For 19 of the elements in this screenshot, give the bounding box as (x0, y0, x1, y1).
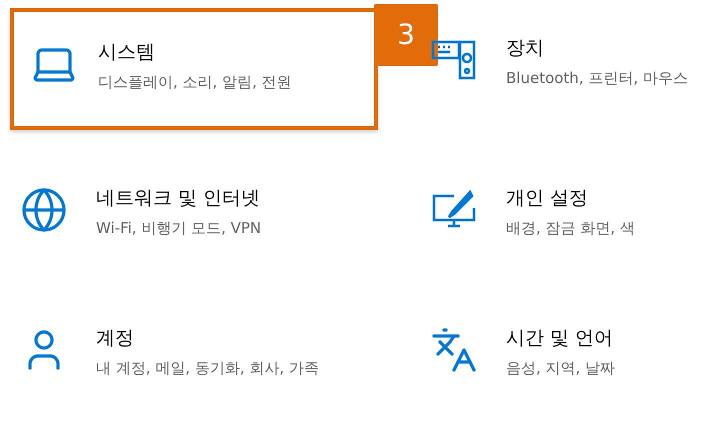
tile-subtitle: 디스플레이, 소리, 알림, 전원 (98, 72, 293, 92)
tile-subtitle: 음성, 지역, 날짜 (506, 358, 616, 378)
language-icon (430, 326, 478, 374)
tile-subtitle: Wi-Fi, 비행기 모드, VPN (96, 218, 262, 238)
tile-title: 시스템 (98, 40, 156, 65)
tile-subtitle: 내 계정, 메일, 동기화, 회사, 가족 (96, 358, 320, 378)
tile-title: 시간 및 언어 (506, 326, 614, 351)
tile-title: 계정 (96, 326, 135, 351)
tile-subtitle: Bluetooth, 프린터, 마우스 (506, 68, 689, 88)
step-badge: 3 (374, 4, 438, 66)
settings-tile[interactable]: 개인 설정 배경, 잠금 화면, 색 (420, 158, 716, 239)
tile-subtitle: 배경, 잠금 화면, 색 (506, 218, 636, 238)
tile-title: 네트워크 및 인터넷 (96, 186, 262, 211)
settings-tile[interactable]: 시스템 디스플레이, 소리, 알림, 전원 (10, 8, 378, 130)
tile-title: 장치 (506, 36, 545, 61)
settings-tile[interactable]: 시간 및 언어 음성, 지역, 날짜 (420, 298, 716, 379)
globe-icon (20, 186, 68, 234)
settings-tile[interactable]: 네트워크 및 인터넷 Wi-Fi, 비행기 모드, VPN (10, 158, 310, 239)
tile-title: 개인 설정 (506, 186, 590, 211)
